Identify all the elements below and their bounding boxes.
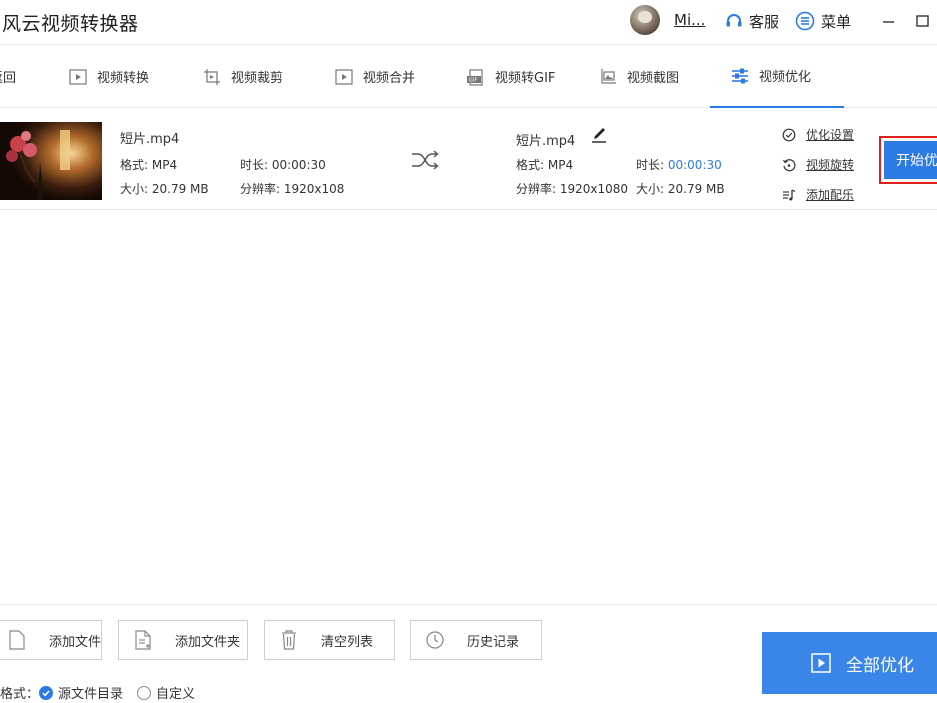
output-file-name: 短片.mp4 (516, 134, 576, 149)
output-format-label: 格式： (0, 687, 40, 702)
video-merge-icon (335, 68, 353, 85)
play-icon (811, 653, 831, 673)
file-add-icon (135, 630, 151, 650)
source-format: 格式: MP4 (120, 158, 178, 172)
avatar[interactable] (630, 5, 660, 35)
add-file-label: 添加文件 (49, 634, 102, 650)
screenshot-icon (601, 68, 616, 84)
menu-button[interactable]: 菜单 (821, 11, 851, 32)
rotate-icon (782, 158, 796, 171)
check-circle-icon (782, 128, 796, 141)
tab-video-convert[interactable]: 视频转换 (68, 45, 149, 108)
file-list-row[interactable]: 短片.mp4 格式: MP4 时长: 00:00:30 大小: 20.79 MB… (0, 118, 937, 210)
video-rotate-label: 视频旋转 (806, 158, 855, 172)
start-optimize-button[interactable]: 开始优化 (884, 141, 937, 179)
app-title: 风云视频转换器 (2, 13, 139, 35)
bottom-divider (0, 604, 937, 605)
title-bar: 风云视频转换器 Mi... 客服 菜单 (0, 0, 937, 44)
trash-icon (282, 630, 296, 650)
add-music-label: 添加配乐 (806, 188, 855, 202)
history-button[interactable]: 历史记录 (410, 620, 542, 660)
pencil-icon[interactable] (590, 126, 608, 144)
radio-source-label[interactable]: 源文件目录 (58, 683, 123, 702)
headset-icon[interactable] (725, 12, 743, 30)
shuffle-arrow-icon (412, 150, 439, 170)
video-thumbnail (0, 122, 102, 200)
tab-video-crop[interactable]: 视频裁剪 (202, 45, 283, 108)
radio-custom-label[interactable]: 自定义 (156, 683, 195, 702)
gif-icon: GIF (467, 68, 483, 86)
optimize-all-button[interactable]: 全部优化 (762, 632, 937, 694)
start-optimize-highlight: 开始优化 (879, 136, 937, 184)
output-duration: 时长: 00:00:30 (636, 156, 722, 173)
optimize-all-label: 全部优化 (846, 655, 914, 676)
sliders-icon (732, 68, 748, 83)
output-size: 大小: 20.79 MB (636, 182, 725, 196)
tab-label: 视频裁剪 (231, 71, 284, 86)
file-icon (9, 630, 25, 650)
output-duration-label: 时长: (636, 158, 668, 172)
output-duration-value: 00:00:30 (667, 158, 722, 172)
nav-bar: 返回 视频转换 视频裁剪 视频合并 GIF 视频转GIF (0, 44, 937, 108)
video-rotate-link[interactable]: 视频旋转 (782, 156, 854, 173)
optimize-settings-label: 优化设置 (806, 128, 855, 142)
check-icon (42, 689, 50, 696)
add-folder-label: 添加文件夹 (175, 634, 241, 650)
history-label: 历史记录 (467, 634, 520, 650)
radio-source-dir[interactable] (39, 685, 54, 700)
customer-service-button[interactable]: 客服 (749, 11, 779, 32)
video-convert-icon (69, 68, 87, 85)
maximize-icon[interactable] (912, 10, 934, 32)
add-music-link[interactable]: 添加配乐 (782, 186, 854, 203)
clock-icon (426, 631, 444, 649)
clear-list-button[interactable]: 清空列表 (264, 620, 395, 660)
back-label: 返回 (0, 71, 17, 86)
output-resolution: 分辨率: 1920x1080 (516, 182, 629, 196)
minimize-icon[interactable] (878, 10, 900, 32)
add-file-button[interactable]: 添加文件 (0, 620, 102, 660)
tab-label: 视频转换 (97, 71, 150, 86)
radio-custom[interactable] (137, 685, 152, 700)
tab-label: 视频转GIF (495, 71, 556, 86)
user-name-link[interactable]: Mi... (674, 11, 705, 29)
tab-label: 视频合并 (363, 71, 416, 86)
source-size: 大小: 20.79 MB (120, 182, 209, 196)
tab-video-screenshot[interactable]: 视频截图 (598, 45, 679, 108)
add-folder-button[interactable]: 添加文件夹 (118, 620, 248, 660)
source-duration: 时长: 00:00:30 (240, 158, 326, 172)
tab-video-gif[interactable]: GIF 视频转GIF (466, 45, 555, 108)
tab-label: 视频优化 (759, 70, 812, 85)
tab-label: 视频截图 (627, 71, 680, 86)
video-crop-icon (204, 68, 220, 85)
music-list-icon (783, 188, 796, 200)
tab-video-merge[interactable]: 视频合并 (334, 45, 415, 108)
back-button[interactable]: 返回 (0, 45, 16, 108)
tab-video-optimize[interactable]: 视频优化 (710, 45, 844, 108)
svg-text:GIF: GIF (469, 77, 478, 83)
optimize-settings-link[interactable]: 优化设置 (782, 126, 854, 143)
menu-icon[interactable] (795, 11, 815, 31)
clear-list-label: 清空列表 (321, 634, 374, 650)
source-resolution: 分辨率: 1920x108 (240, 182, 345, 196)
source-file-name: 短片.mp4 (120, 132, 180, 147)
output-format: 格式: MP4 (516, 158, 574, 172)
output-directory-row: 格式： 源文件目录 自定义 (0, 683, 195, 702)
